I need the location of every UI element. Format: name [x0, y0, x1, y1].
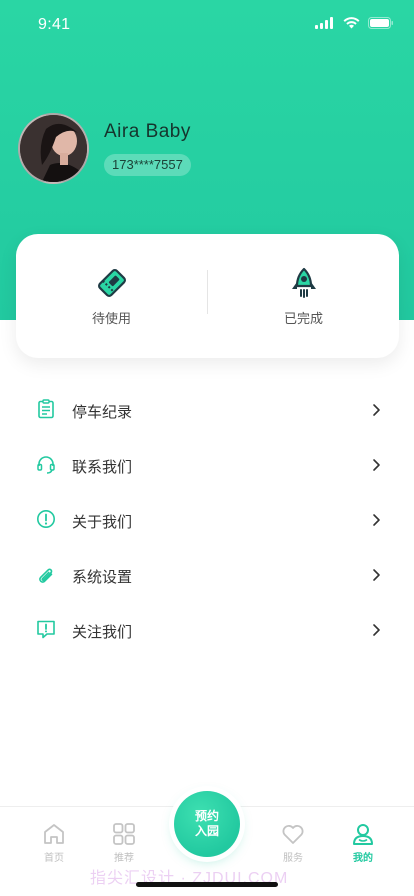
- chevron-right-icon: [373, 624, 380, 636]
- order-completed-button[interactable]: 已完成: [208, 234, 399, 358]
- rocket-icon: [291, 267, 316, 298]
- menu-label: 系统设置: [72, 569, 133, 586]
- chevron-right-icon: [373, 404, 380, 416]
- info-circle-icon: [37, 510, 55, 528]
- tab-recommend-label: 推荐: [114, 853, 134, 864]
- menu-label: 关注我们: [72, 624, 133, 641]
- username: Aira Baby: [104, 121, 191, 142]
- tab-home-label: 首页: [44, 853, 64, 864]
- chevron-right-icon: [373, 514, 380, 526]
- menu-item-about-us[interactable]: 关于我们: [0, 493, 414, 548]
- order-pending-button[interactable]: 待使用: [16, 234, 207, 358]
- heart-icon: [282, 825, 304, 844]
- reserve-line1: 预约: [194, 809, 219, 823]
- battery-icon: [368, 17, 393, 29]
- user-icon: [353, 824, 373, 845]
- menu-item-contact-us[interactable]: 联系我们: [0, 438, 414, 493]
- home-icon: [44, 824, 64, 844]
- status-time: 9:41: [38, 16, 71, 33]
- clipboard-icon: [38, 399, 54, 419]
- tab-service-label: 服务: [283, 853, 303, 864]
- chevron-right-icon: [373, 459, 380, 471]
- menu-label: 联系我们: [72, 459, 133, 476]
- orders-card: 待使用 已完成: [16, 234, 399, 358]
- settings-menu: 停车纪录 联系我们 关于我们 系统设置 关注我们: [0, 383, 414, 658]
- signal-icon: [315, 17, 333, 29]
- grid-icon: [113, 823, 135, 845]
- menu-label: 停车纪录: [72, 404, 133, 421]
- avatar-photo: [20, 115, 87, 182]
- order-completed-label: 已完成: [283, 310, 323, 326]
- headset-icon: [37, 456, 55, 474]
- tab-mine-label: 我的: [353, 853, 373, 864]
- status-icons: [315, 17, 394, 29]
- home-indicator: [136, 882, 278, 887]
- tab-mine[interactable]: 我的: [333, 821, 393, 865]
- phone-number: 173****7557: [104, 154, 191, 176]
- user-profile[interactable]: Aira Baby 173****7557: [18, 113, 398, 185]
- tab-home[interactable]: 首页: [24, 821, 84, 865]
- reserve-entry-button[interactable]: 预约 入园: [174, 791, 240, 857]
- status-bar: 9:41: [0, 0, 414, 50]
- menu-item-parking-records[interactable]: 停车纪录: [0, 383, 414, 438]
- order-pending-label: 待使用: [91, 310, 131, 326]
- tab-recommend[interactable]: 推荐: [94, 821, 154, 865]
- menu-item-system-settings[interactable]: 系统设置: [0, 548, 414, 603]
- chevron-right-icon: [373, 569, 380, 581]
- menu-item-follow-us[interactable]: 关注我们: [0, 603, 414, 658]
- paperclip-icon: [39, 568, 53, 583]
- avatar[interactable]: [18, 113, 89, 184]
- reserve-line2: 入园: [194, 824, 219, 838]
- ticket-icon: [97, 268, 126, 297]
- tab-service[interactable]: 服务: [263, 821, 323, 865]
- menu-label: 关于我们: [72, 514, 133, 531]
- wifi-icon: [343, 17, 360, 29]
- message-alert-icon: [37, 620, 55, 639]
